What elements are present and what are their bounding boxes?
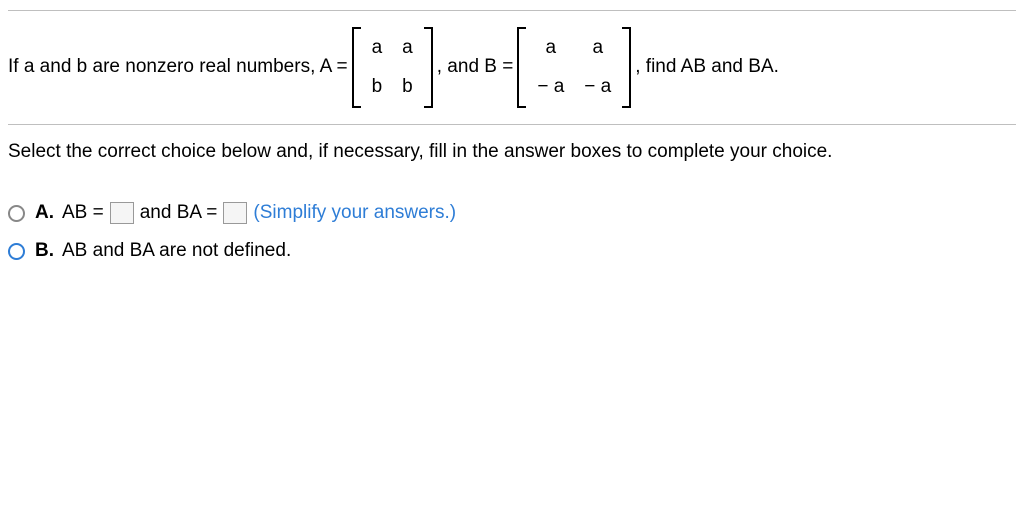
matrix-cell: a <box>527 29 574 68</box>
choices-group: A. AB = and BA = (Simplify your answers.… <box>8 184 1016 281</box>
instruction-text: Select the correct choice below and, if … <box>8 125 1016 184</box>
matrix-cell: b <box>362 68 393 107</box>
choice-a-hint: (Simplify your answers.) <box>253 200 456 227</box>
matrix-cell: b <box>392 68 423 107</box>
problem-pre: If a and b are nonzero real numbers, A = <box>8 54 348 81</box>
choice-a-letter: A. <box>35 200 54 227</box>
matrix-a: a a b b <box>352 29 433 106</box>
problem-statement: If a and b are nonzero real numbers, A =… <box>8 11 1016 124</box>
matrix-cell: − a <box>527 68 574 107</box>
problem-mid1: , and B = <box>437 54 514 81</box>
choice-a[interactable]: A. AB = and BA = (Simplify your answers.… <box>8 194 1016 233</box>
matrix-cell: a <box>392 29 423 68</box>
matrix-cell: a <box>574 29 621 68</box>
answer-box-ba[interactable] <box>223 202 247 224</box>
matrix-cell: − a <box>574 68 621 107</box>
radio-a[interactable] <box>8 205 25 222</box>
choice-b-letter: B. <box>35 238 54 265</box>
answer-box-ab[interactable] <box>110 202 134 224</box>
choice-b[interactable]: B. AB and BA are not defined. <box>8 232 1016 271</box>
problem-mid2: , find AB and BA. <box>635 54 779 81</box>
choice-b-text: AB and BA are not defined. <box>62 238 291 265</box>
matrix-cell: a <box>362 29 393 68</box>
choice-a-t2: and BA = <box>140 200 218 227</box>
radio-b[interactable] <box>8 243 25 260</box>
matrix-b: a a − a − a <box>517 29 631 106</box>
choice-a-t1: AB = <box>62 200 104 227</box>
